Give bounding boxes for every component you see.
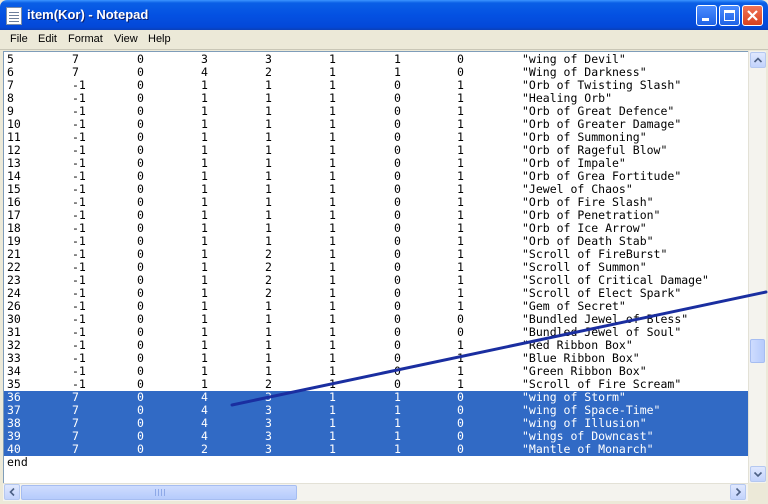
- annotation-line: [230, 290, 768, 407]
- notepad-window: item(Kor) - Notepad File Edit Format Vie…: [0, 0, 768, 504]
- annotation-overlay: [230, 290, 768, 407]
